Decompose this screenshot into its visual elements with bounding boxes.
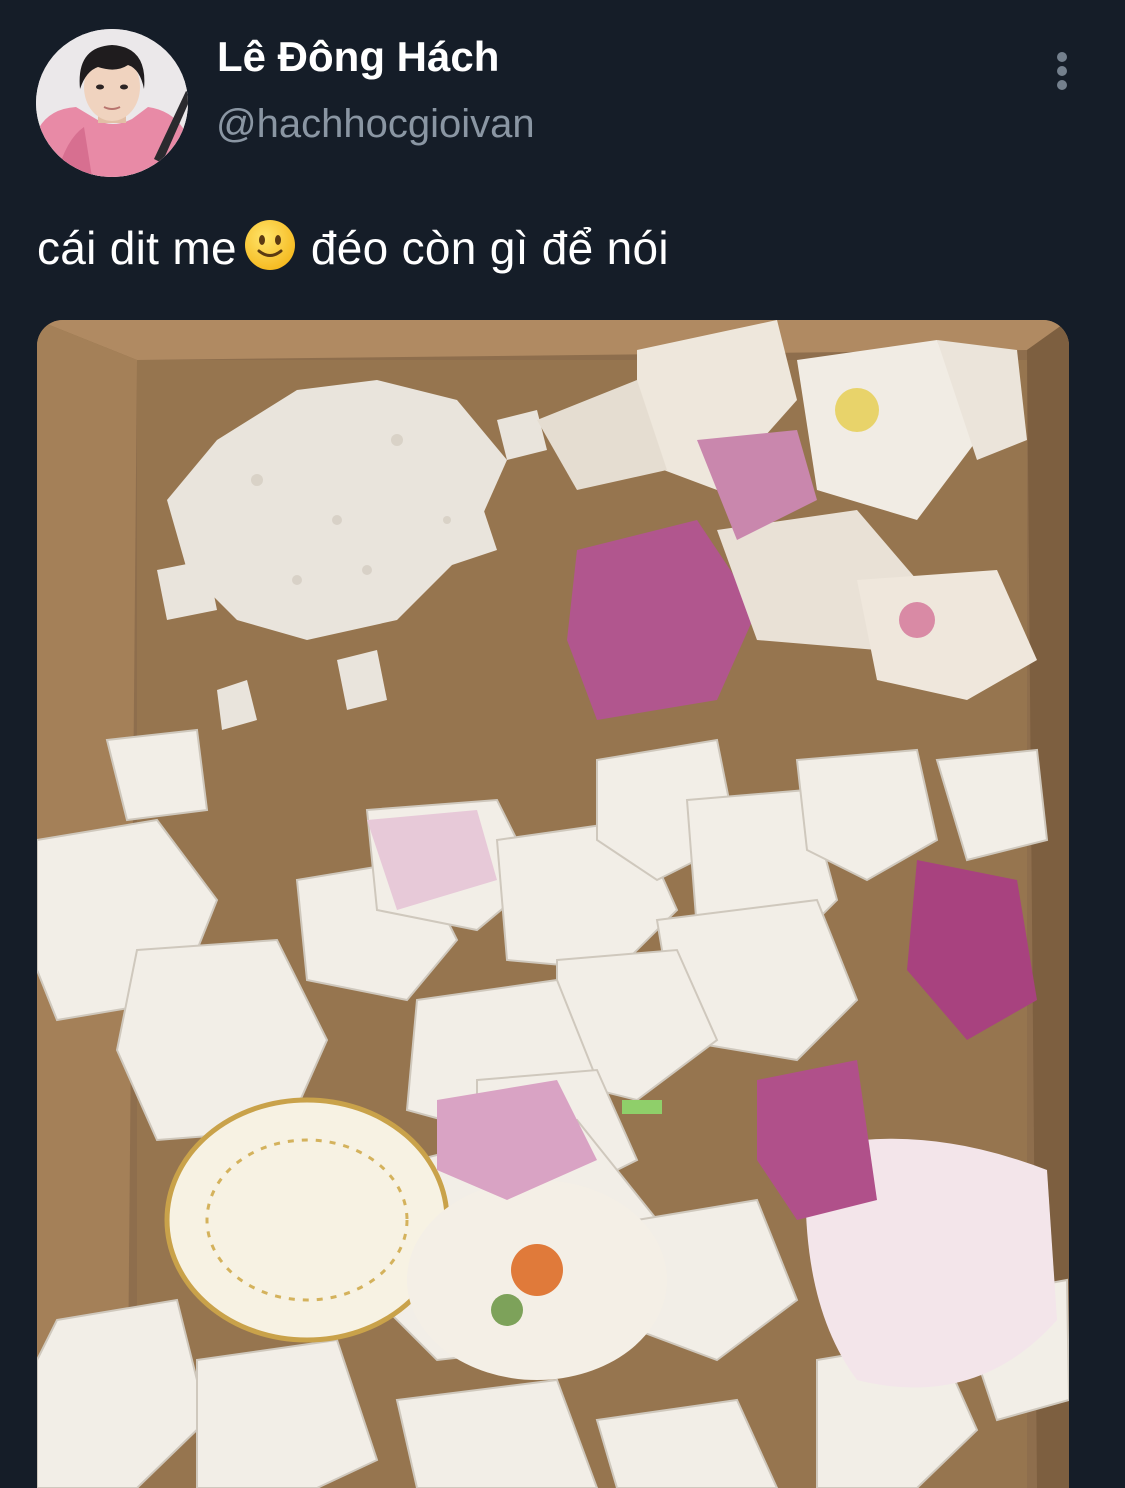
author-handle[interactable]: @hachhocgioivan: [216, 102, 535, 147]
tweet-text-part-2: đéo còn gì để nói: [310, 222, 669, 274]
more-options-button[interactable]: [1045, 48, 1079, 92]
avatar-photo: [36, 29, 188, 177]
slightly-smiling-face-icon: [243, 218, 297, 283]
author-display-name[interactable]: Lê Đông Hách: [217, 33, 499, 81]
tweet-text: cái dit me đéo còn gì để nói: [37, 218, 669, 283]
tweet-media-photo[interactable]: [37, 320, 1069, 1488]
tweet-text-part-1: cái dit me: [37, 222, 237, 274]
broken-porcelain-photo: [37, 320, 1069, 1488]
avatar[interactable]: [36, 29, 188, 177]
tweet: Lê Đông Hách @hachhocgioivan cái dit me: [0, 0, 1125, 1488]
